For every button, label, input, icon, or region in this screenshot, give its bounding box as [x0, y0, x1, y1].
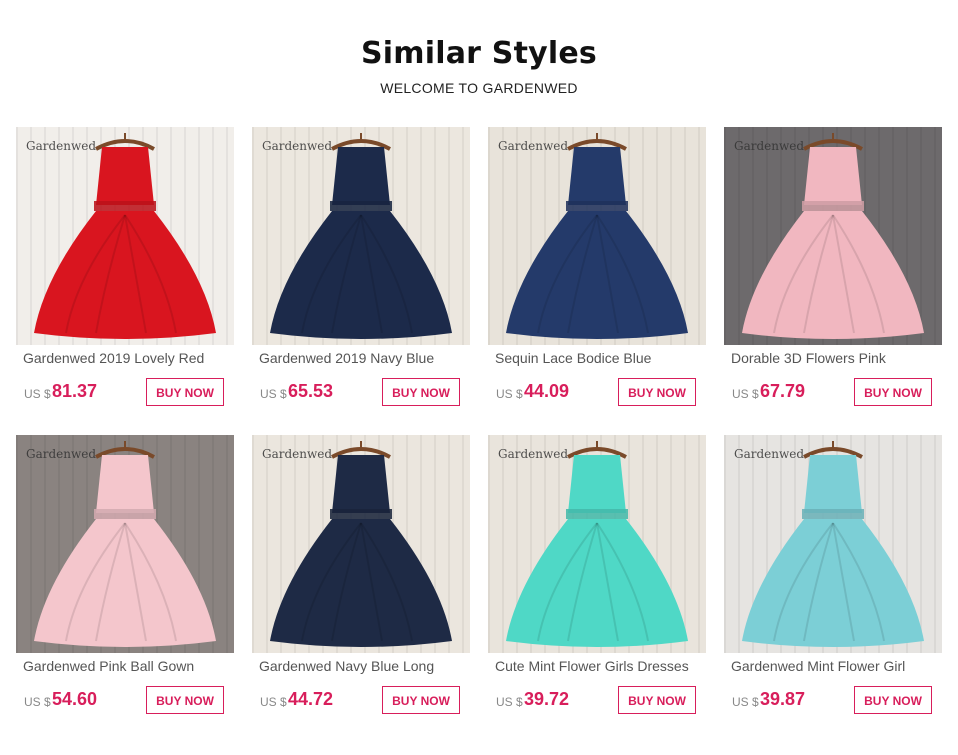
product-image[interactable]: Gardenwed — [252, 127, 470, 345]
product-card[interactable]: Gardenwed Cute Mint Flower Girls Dresses… — [488, 435, 706, 743]
product-name[interactable]: Gardenwed Pink Ball Gown — [23, 658, 233, 674]
buy-now-button[interactable]: BUY NOW — [618, 686, 696, 714]
product-price: 67.79 — [760, 381, 806, 401]
price-row: US $ 39.87 BUY NOW — [724, 686, 942, 716]
product-name[interactable]: Sequin Lace Bodice Blue — [495, 350, 705, 366]
watermark-text: Gardenwed — [262, 139, 333, 153]
price-row: US $ 54.60 BUY NOW — [16, 686, 234, 716]
product-name[interactable]: Dorable 3D Flowers Pink — [731, 350, 941, 366]
buy-now-button[interactable]: BUY NOW — [146, 686, 224, 714]
dress-illustration — [724, 127, 942, 345]
product-card[interactable]: Gardenwed Gardenwed Mint Flower Girl US … — [724, 435, 942, 743]
buy-now-button[interactable]: BUY NOW — [854, 686, 932, 714]
currency-label: US $ — [24, 695, 51, 709]
currency-label: US $ — [496, 387, 523, 401]
product-name[interactable]: Gardenwed 2019 Lovely Red — [23, 350, 233, 366]
price-row: US $ 65.53 BUY NOW — [252, 378, 470, 408]
buy-now-button[interactable]: BUY NOW — [382, 378, 460, 406]
buy-now-button[interactable]: BUY NOW — [854, 378, 932, 406]
product-price: 65.53 — [288, 381, 334, 401]
product-grid: Gardenwed Gardenwed 2019 Lovely Red US $… — [16, 127, 946, 743]
product-price: 54.60 — [52, 689, 98, 709]
watermark-text: Gardenwed — [498, 139, 569, 153]
watermark-text: Gardenwed — [26, 447, 97, 461]
product-image[interactable]: Gardenwed — [488, 127, 706, 345]
price-row: US $ 67.79 BUY NOW — [724, 378, 942, 408]
product-image[interactable]: Gardenwed — [488, 435, 706, 653]
watermark-text: Gardenwed — [734, 447, 805, 461]
product-price: 44.09 — [524, 381, 570, 401]
product-name[interactable]: Gardenwed Navy Blue Long — [259, 658, 469, 674]
product-image[interactable]: Gardenwed — [16, 127, 234, 345]
watermark-text: Gardenwed — [734, 139, 805, 153]
dress-illustration — [16, 127, 234, 345]
buy-now-button[interactable]: BUY NOW — [146, 378, 224, 406]
product-name[interactable]: Cute Mint Flower Girls Dresses — [495, 658, 705, 674]
dress-illustration — [724, 435, 942, 653]
currency-label: US $ — [24, 387, 51, 401]
price-row: US $ 44.09 BUY NOW — [488, 378, 706, 408]
buy-now-button[interactable]: BUY NOW — [618, 378, 696, 406]
currency-label: US $ — [732, 387, 759, 401]
section-title: Similar Styles — [361, 36, 597, 71]
product-price: 39.87 — [760, 689, 806, 709]
watermark-text: Gardenwed — [26, 139, 97, 153]
product-image[interactable]: Gardenwed — [724, 127, 942, 345]
currency-label: US $ — [260, 387, 287, 401]
product-price: 39.72 — [524, 689, 570, 709]
dress-illustration — [252, 127, 470, 345]
product-price: 81.37 — [52, 381, 98, 401]
product-name[interactable]: Gardenwed 2019 Navy Blue — [259, 350, 469, 366]
currency-label: US $ — [732, 695, 759, 709]
product-name[interactable]: Gardenwed Mint Flower Girl — [731, 658, 941, 674]
product-price: 44.72 — [288, 689, 334, 709]
dress-illustration — [16, 435, 234, 653]
product-card[interactable]: Gardenwed Gardenwed Navy Blue Long US $ … — [252, 435, 470, 743]
watermark-text: Gardenwed — [262, 447, 333, 461]
product-card[interactable]: Gardenwed Gardenwed 2019 Navy Blue US $ … — [252, 127, 470, 435]
price-row: US $ 81.37 BUY NOW — [16, 378, 234, 408]
price-row: US $ 39.72 BUY NOW — [488, 686, 706, 716]
dress-illustration — [252, 435, 470, 653]
product-card[interactable]: Gardenwed Sequin Lace Bodice Blue US $ 4… — [488, 127, 706, 435]
product-card[interactable]: Gardenwed Gardenwed Pink Ball Gown US $ … — [16, 435, 234, 743]
price-row: US $ 44.72 BUY NOW — [252, 686, 470, 716]
currency-label: US $ — [260, 695, 287, 709]
buy-now-button[interactable]: BUY NOW — [382, 686, 460, 714]
watermark-text: Gardenwed — [498, 447, 569, 461]
product-image[interactable]: Gardenwed — [252, 435, 470, 653]
dress-illustration — [488, 127, 706, 345]
product-image[interactable]: Gardenwed — [724, 435, 942, 653]
currency-label: US $ — [496, 695, 523, 709]
product-image[interactable]: Gardenwed — [16, 435, 234, 653]
dress-illustration — [488, 435, 706, 653]
section-subtitle: WELCOME TO GARDENWED — [380, 80, 578, 96]
product-card[interactable]: Gardenwed Gardenwed 2019 Lovely Red US $… — [16, 127, 234, 435]
product-card[interactable]: Gardenwed Dorable 3D Flowers Pink US $ 6… — [724, 127, 942, 435]
